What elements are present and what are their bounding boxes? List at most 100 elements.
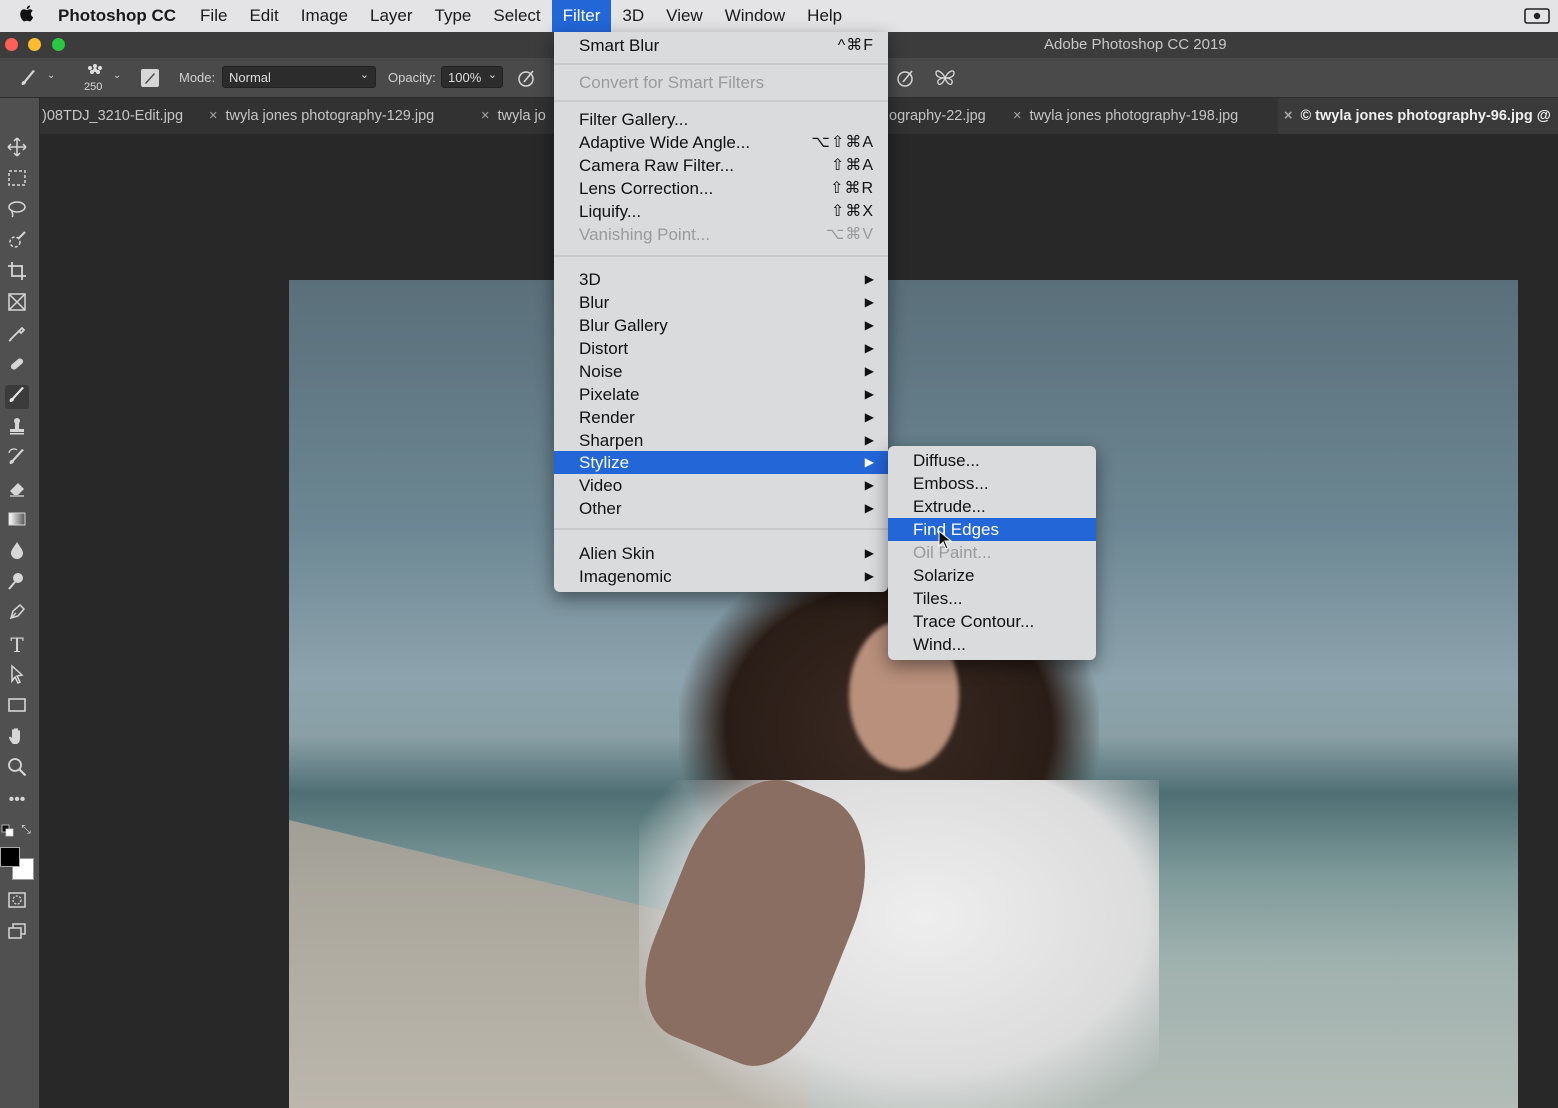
menu-item-filter-gallery[interactable]: Filter Gallery... [554,108,888,131]
menu-image[interactable]: Image [290,0,359,32]
menu-item-convert-smart-filters[interactable]: Convert for Smart Filters [554,71,888,94]
submenu-item-tiles[interactable]: Tiles... [888,587,1096,610]
menu-select[interactable]: Select [482,0,551,32]
menu-type[interactable]: Type [424,0,483,32]
type-tool-icon[interactable]: T [5,633,29,657]
menu-item-alien-skin[interactable]: Alien Skin ▶ [554,542,888,565]
move-tool-icon[interactable] [5,137,29,161]
menu-item-vanishing-point[interactable]: Vanishing Point... ⌥⌘V [554,223,888,246]
tab-close-icon[interactable]: × [1013,108,1021,124]
menu-file[interactable]: File [189,0,238,32]
pen-tool-icon[interactable] [5,602,29,626]
submenu-item-wind[interactable]: Wind... [888,633,1096,656]
close-window-button[interactable] [5,38,18,51]
menu-item-label: Smart Blur [579,36,660,55]
gradient-tool-icon[interactable] [5,509,29,533]
document-tab[interactable]: × twyla jones photography-198.jpg [1013,108,1238,124]
submenu-item-diffuse[interactable]: Diffuse... [888,449,1096,472]
pressure-size-icon[interactable] [895,68,917,91]
menu-layer[interactable]: Layer [359,0,424,32]
menu-item-blur-gallery[interactable]: Blur Gallery ▶ [554,314,888,337]
default-colors-icon[interactable] [0,820,16,837]
brush-settings-panel-icon[interactable] [140,68,160,91]
menu-item-render[interactable]: Render ▶ [554,406,888,429]
menu-item-liquify[interactable]: Liquify... ⇧⌘X [554,200,888,223]
document-tab[interactable]: ography-22.jpg [889,108,986,124]
tab-close-icon[interactable]: × [209,108,217,124]
symmetry-butterfly-icon[interactable] [933,67,957,92]
menu-item-camera-raw-filter[interactable]: Camera Raw Filter... ⇧⌘A [554,154,888,177]
submenu-item-emboss[interactable]: Emboss... [888,472,1096,495]
healing-brush-tool-icon[interactable] [5,354,29,378]
chevron-down-icon[interactable]: ⌄ [47,70,55,81]
menu-item-stylize[interactable]: Stylize ▶ [554,451,888,474]
opacity-field[interactable]: 100% ⌄ [441,66,503,88]
tab-close-icon[interactable]: × [481,108,489,124]
crop-tool-icon[interactable] [5,261,29,285]
foreground-color-swatch[interactable] [0,847,20,867]
quick-selection-tool-icon[interactable] [5,230,29,254]
submenu-arrow-icon: ▶ [864,569,874,583]
menu-item-noise[interactable]: Noise ▶ [554,360,888,383]
zoom-window-button[interactable] [52,38,65,51]
menu-item-sharpen[interactable]: Sharpen ▶ [554,429,888,452]
quick-mask-icon[interactable] [5,890,29,914]
menu-filter[interactable]: Filter [551,0,612,32]
eyedropper-tool-icon[interactable] [5,323,29,347]
submenu-item-trace-contour[interactable]: Trace Contour... [888,610,1096,633]
chevron-down-icon[interactable]: ⌄ [113,70,121,81]
submenu-item-oil-paint[interactable]: Oil Paint... [888,541,1096,564]
clone-stamp-tool-icon[interactable] [5,416,29,440]
tab-close-icon[interactable]: × [1284,108,1292,124]
menu-help[interactable]: Help [796,0,853,32]
brush-preset-picker[interactable] [84,62,106,81]
marquee-tool-icon[interactable] [5,168,29,192]
menu-item-distort[interactable]: Distort ▶ [554,337,888,360]
menu-edit[interactable]: Edit [238,0,289,32]
dodge-tool-icon[interactable] [5,571,29,595]
zoom-tool-icon[interactable] [5,757,29,781]
screen-mode-icon[interactable] [5,921,29,945]
menu-window[interactable]: Window [714,0,796,32]
rectangle-tool-icon[interactable] [5,695,29,719]
hand-tool-icon[interactable] [5,726,29,750]
mode-select[interactable]: Normal ⌄ [222,66,376,88]
document-tab[interactable]: × twyla jo [481,108,546,124]
menu-item-lens-correction[interactable]: Lens Correction... ⇧⌘R [554,177,888,200]
brush-tool-preset-icon[interactable] [18,67,40,92]
menu-item-blur[interactable]: Blur ▶ [554,291,888,314]
document-tab[interactable]: × twyla jones photography-129.jpg [209,108,434,124]
document-tab-active[interactable]: × © twyla jones photography-96.jpg @ [1284,108,1551,124]
eraser-tool-icon[interactable] [5,478,29,502]
blur-tool-icon[interactable] [5,540,29,564]
submenu-item-extrude[interactable]: Extrude... [888,495,1096,518]
path-selection-tool-icon[interactable] [5,664,29,688]
menu-item-imagenomic[interactable]: Imagenomic ▶ [554,565,888,588]
menu-item-label: Filter Gallery... [579,110,689,129]
menu-item-adaptive-wide-angle[interactable]: Adaptive Wide Angle... ⌥⇧⌘A [554,131,888,154]
swap-colors-icon[interactable]: ⤡ [18,822,34,836]
screen-record-icon[interactable] [1524,6,1550,26]
menu-view[interactable]: View [655,0,714,32]
menu-item-video[interactable]: Video ▶ [554,474,888,497]
document-tab[interactable]: )08TDJ_3210-Edit.jpg [42,108,183,124]
menu-app-name[interactable]: Photoshop CC [52,0,189,32]
document-image[interactable] [289,280,1518,1108]
menu-item-label: Blur Gallery [579,316,668,335]
lasso-tool-icon[interactable] [5,199,29,223]
minimize-window-button[interactable] [28,38,41,51]
pressure-opacity-icon[interactable] [516,68,538,91]
history-brush-tool-icon[interactable] [5,447,29,471]
menu-item-smart-blur[interactable]: Smart Blur ^⌘F [554,34,888,57]
submenu-item-solarize[interactable]: Solarize [888,564,1096,587]
menu-item-pixelate[interactable]: Pixelate ▶ [554,383,888,406]
frame-tool-icon[interactable] [5,292,29,316]
submenu-item-find-edges[interactable]: Find Edges [888,518,1096,541]
menu-3d[interactable]: 3D [611,0,655,32]
brush-tool-icon[interactable] [5,385,29,409]
more-tools-icon[interactable]: ••• [5,788,29,812]
menu-item-3d[interactable]: 3D ▶ [554,268,888,291]
menu-item-label: Tiles... [913,589,963,608]
apple-logo-icon[interactable] [0,4,52,29]
menu-item-other[interactable]: Other ▶ [554,497,888,520]
